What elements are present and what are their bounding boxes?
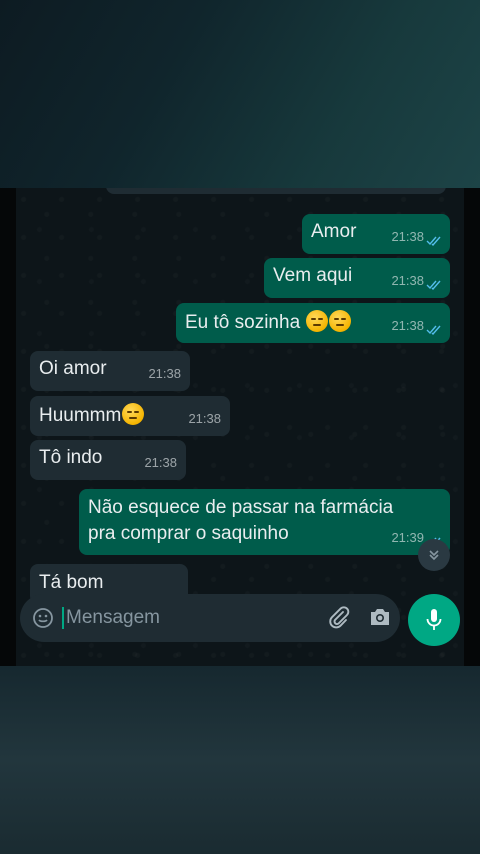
frame-left (0, 188, 16, 666)
message-content: Eu tô sozinha (185, 310, 352, 334)
message-composer[interactable]: Mensagem (20, 594, 400, 642)
scroll-to-bottom-button[interactable] (418, 539, 450, 571)
microphone-icon (426, 609, 442, 630)
frame-right (464, 188, 480, 666)
message-time: 21:38 (144, 455, 177, 470)
message-time: 21:39 (391, 530, 424, 545)
emoji-icon[interactable] (32, 607, 54, 629)
read-ticks-icon (426, 236, 441, 246)
message-incoming[interactable]: Tô indo 21:38 (30, 440, 186, 480)
message-text: Amor (311, 221, 357, 242)
chat-window: Amor 21:38 Vem aqui 21:38 Eu tô sozinha … (16, 188, 464, 666)
message-text: Eu tô sozinha (185, 312, 301, 333)
message-time: 21:38 (188, 411, 221, 426)
message-time: 21:38 (148, 366, 181, 381)
voice-message-button[interactable] (408, 594, 460, 646)
message-text: Tá bom (39, 572, 104, 593)
smirking-face-icon (306, 310, 329, 332)
message-outgoing[interactable]: Eu tô sozinha 21:38 (176, 303, 450, 343)
smirking-face-icon (122, 403, 145, 425)
message-time: 21:38 (391, 273, 424, 288)
read-ticks-icon (426, 325, 441, 335)
message-outgoing[interactable]: Vem aqui 21:38 (264, 258, 450, 298)
read-ticks-icon (426, 280, 441, 290)
message-text-line1: Não esquece de passar na farmácia (88, 497, 394, 518)
double-chevron-down-icon (429, 550, 439, 561)
message-outgoing[interactable]: Amor 21:38 (302, 214, 450, 254)
message-text: Tô indo (39, 447, 103, 468)
message-incoming[interactable]: Huummm 21:38 (30, 396, 230, 436)
message-text-line2: pra comprar o saquinho (88, 523, 289, 544)
camera-icon[interactable] (369, 607, 391, 627)
message-text: Vem aqui (273, 265, 353, 286)
message-text: Huummm (39, 405, 122, 426)
message-content: Huummm (39, 403, 145, 427)
message-incoming[interactable]: Oi amor 21:38 (30, 351, 190, 391)
attach-icon[interactable] (327, 606, 351, 630)
message-text: Oi amor (39, 358, 107, 379)
message-input[interactable]: Mensagem (62, 607, 160, 629)
face-blowing-kiss-icon (329, 310, 352, 332)
message-time: 21:38 (391, 318, 424, 333)
cut-off-message (106, 188, 446, 194)
message-outgoing[interactable]: Não esquece de passar na farmácia pra co… (79, 489, 450, 555)
message-time: 21:38 (391, 229, 424, 244)
blurred-background-bottom (0, 666, 480, 854)
blurred-background-top (0, 0, 480, 188)
